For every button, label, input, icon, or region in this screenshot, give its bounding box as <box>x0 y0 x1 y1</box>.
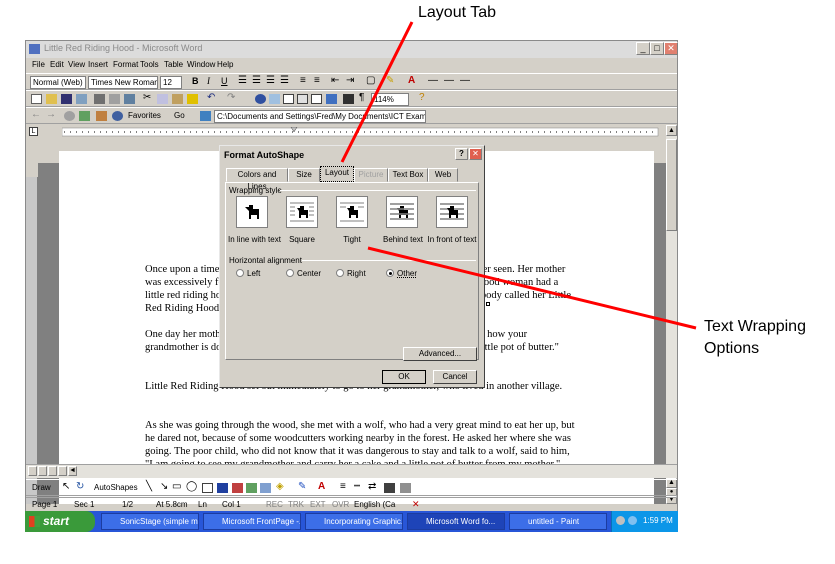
text-wrapping-arrow <box>367 246 697 330</box>
layout-tab-arrow <box>340 21 414 163</box>
text-wrapping-annotation-line2: Options <box>704 340 760 357</box>
tab-layout[interactable]: Layout <box>320 166 354 182</box>
text-wrapping-annotation-line1: Text Wrapping <box>704 318 806 335</box>
annotation-arrows <box>340 21 697 330</box>
